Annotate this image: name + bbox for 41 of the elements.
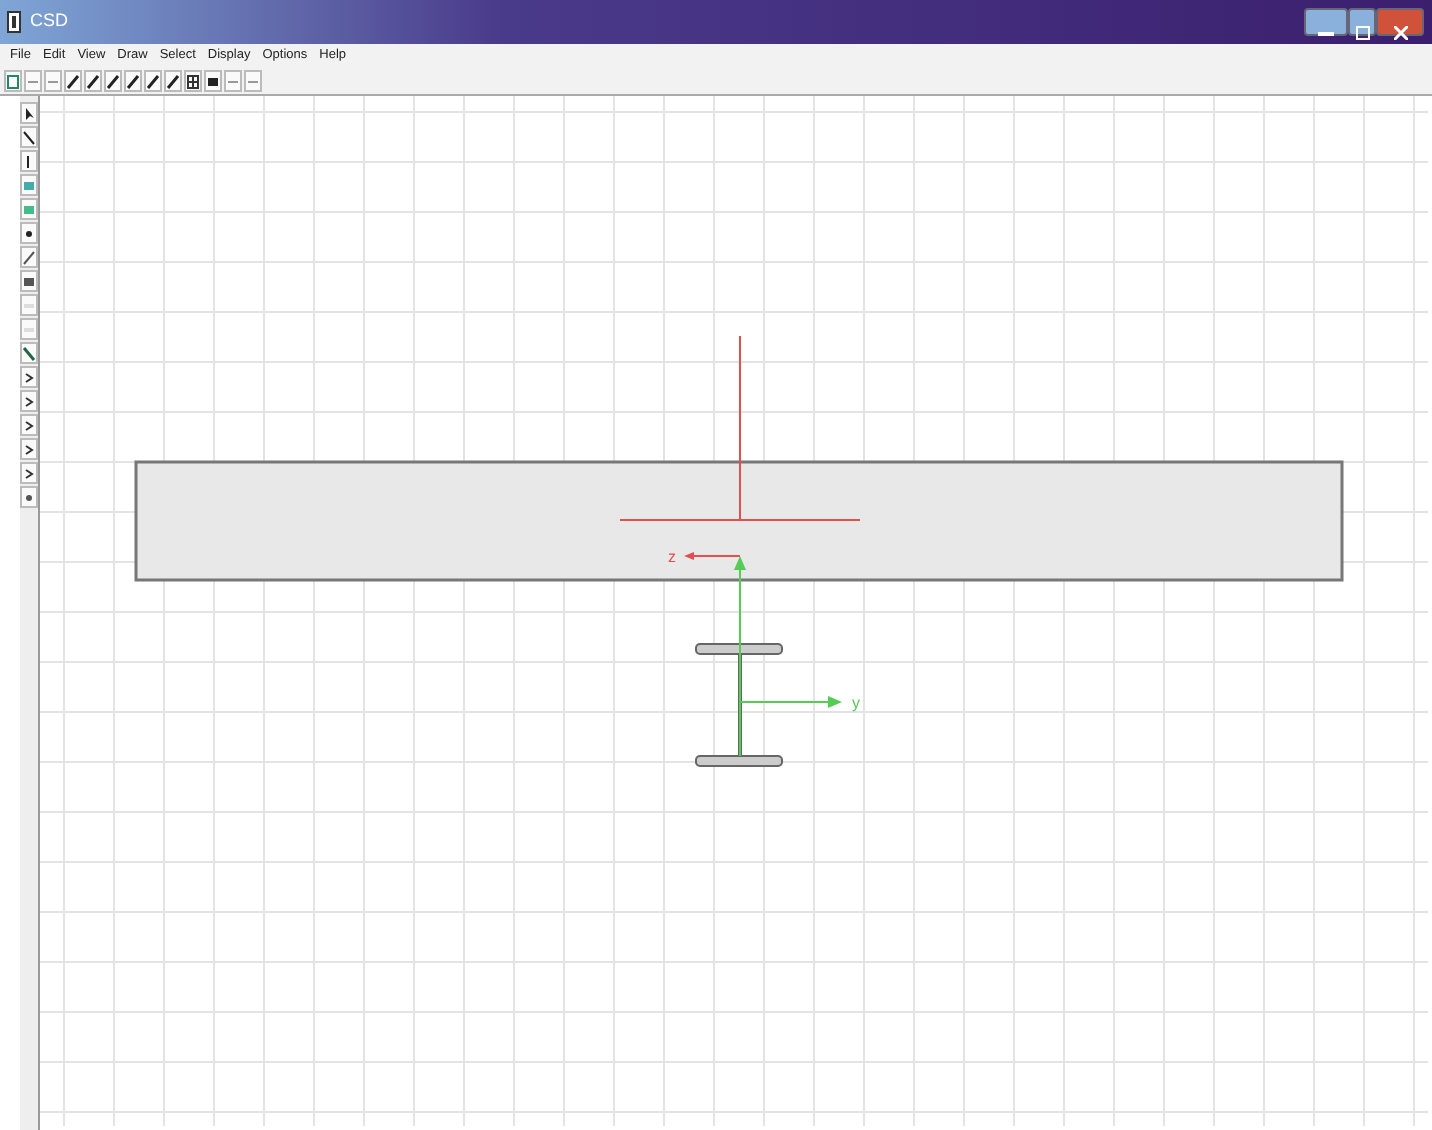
pointer-icon bbox=[22, 105, 36, 121]
close-icon bbox=[1393, 26, 1407, 41]
dot-icon bbox=[22, 225, 36, 241]
toolbar-button[interactable] bbox=[20, 438, 38, 460]
toolbar-button[interactable] bbox=[204, 70, 222, 92]
i-beam-section[interactable] bbox=[695, 643, 783, 767]
window-title: CSD bbox=[28, 8, 69, 35]
toolbar-button[interactable] bbox=[20, 366, 38, 388]
line-tool-icon bbox=[22, 249, 36, 265]
toolbar-button[interactable] bbox=[104, 70, 122, 92]
toolbar-button[interactable] bbox=[20, 462, 38, 484]
axis-label: z bbox=[668, 548, 676, 566]
line-tool-icon bbox=[22, 345, 36, 361]
toolbar-button[interactable] bbox=[20, 126, 38, 148]
toolbar-button[interactable] bbox=[20, 270, 38, 292]
dot-icon bbox=[22, 489, 36, 505]
toolbar-button[interactable] bbox=[20, 150, 38, 172]
toolbar-button[interactable] bbox=[20, 246, 38, 268]
close-button[interactable] bbox=[1376, 8, 1424, 36]
toolbar-button[interactable] bbox=[20, 486, 38, 508]
new-icon bbox=[6, 73, 20, 89]
toolbar-button[interactable] bbox=[20, 414, 38, 436]
minimize-button[interactable] bbox=[1304, 8, 1348, 36]
plate-section[interactable] bbox=[134, 460, 1344, 582]
toolbar-button[interactable] bbox=[84, 70, 102, 92]
grid-icon bbox=[186, 73, 200, 89]
toolbar-button[interactable] bbox=[20, 342, 38, 364]
square-icon bbox=[206, 73, 220, 89]
toolbar-button[interactable] bbox=[184, 70, 202, 92]
toolbar-button[interactable] bbox=[164, 70, 182, 92]
toolbar-button[interactable] bbox=[20, 390, 38, 412]
toolbar-button[interactable] bbox=[144, 70, 162, 92]
square-icon bbox=[22, 273, 36, 289]
maximize-button[interactable] bbox=[1348, 8, 1376, 36]
toolbar-button[interactable] bbox=[20, 222, 38, 244]
toolbar-button[interactable] bbox=[64, 70, 82, 92]
toolbar-button[interactable] bbox=[20, 102, 38, 124]
axis-label: y bbox=[852, 694, 860, 712]
app-icon bbox=[6, 10, 22, 34]
toolbar-button[interactable] bbox=[124, 70, 142, 92]
maximize-icon bbox=[1355, 26, 1369, 41]
